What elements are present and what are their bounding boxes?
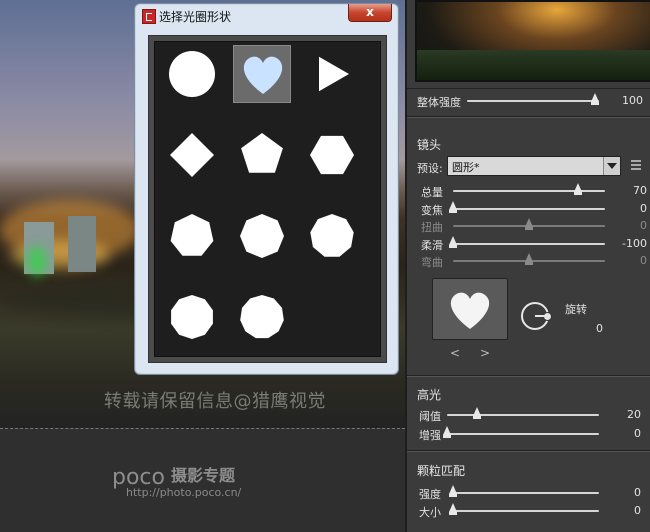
- close-button[interactable]: x: [348, 4, 392, 22]
- poco-url: http://photo.poco.cn/: [126, 486, 242, 499]
- slider-value: 0: [640, 201, 647, 215]
- slider-label: 变焦: [421, 203, 443, 217]
- slider-value: 70: [633, 184, 647, 197]
- shape-option-hexagon[interactable]: [303, 126, 361, 184]
- slider-label: 弯曲: [421, 256, 443, 269]
- slider-label: 大小: [419, 506, 441, 519]
- watermark-text: 转载请保留信息@猎鹰视觉: [104, 391, 326, 412]
- dialog-title: 选择光圈形状: [159, 10, 232, 24]
- shape-option-triangle[interactable]: [303, 45, 361, 103]
- shape-option-diamond[interactable]: [163, 126, 221, 184]
- circle-icon: [169, 51, 215, 97]
- slider-track[interactable]: [447, 433, 599, 435]
- slider-thumb[interactable]: [449, 200, 457, 213]
- diamond-icon: [170, 133, 214, 177]
- highlights-section-title: 高光: [417, 388, 442, 402]
- grain-section-title: 颗粒匹配: [417, 464, 466, 478]
- navigator-preview[interactable]: [415, 0, 650, 82]
- slider-thumb[interactable]: [443, 426, 451, 438]
- slider-track[interactable]: [453, 242, 605, 245]
- slider-track[interactable]: [453, 190, 605, 192]
- slider-label: 阈值: [419, 410, 441, 423]
- slider-thumb[interactable]: [573, 183, 582, 195]
- aperture-shape-button[interactable]: [432, 278, 508, 340]
- shape-option-heptagon[interactable]: [163, 207, 221, 265]
- slider-track[interactable]: [453, 510, 599, 512]
- slider-value: 20: [627, 408, 641, 421]
- rotate-dial[interactable]: [521, 302, 552, 330]
- app-icon: [142, 9, 156, 24]
- shape-option-circle[interactable]: [163, 45, 221, 103]
- next-shape-button[interactable]: >: [480, 346, 490, 360]
- shape-option-hendecagon[interactable]: [233, 288, 291, 346]
- overall-strength-value: 100: [622, 94, 643, 107]
- lens-section-title: 镜头: [417, 138, 442, 152]
- heart-icon: [450, 292, 490, 329]
- triangle-icon: [319, 56, 349, 92]
- prev-shape-button[interactable]: <: [450, 346, 460, 360]
- rotate-label: 旋转: [565, 303, 587, 316]
- lens-blur-panel: 整体强度 100 镜头 预设: 圆形* < > 旋转 0 高光 颗粒匹配 总量 7…: [405, 0, 650, 532]
- slider-label: 扭曲: [421, 221, 443, 234]
- slider-thumb[interactable]: [473, 407, 482, 419]
- shape-grid-frame: [148, 35, 387, 363]
- preset-value: 圆形*: [452, 161, 480, 174]
- hendecagon-icon: [240, 295, 284, 339]
- shape-option-pentagon[interactable]: [233, 126, 291, 184]
- octagon-icon: [240, 214, 284, 258]
- rotate-value: 0: [596, 322, 603, 335]
- overall-strength-label: 整体强度: [417, 96, 461, 109]
- chevron-down-icon[interactable]: [603, 157, 620, 175]
- slider-thumb[interactable]: [525, 218, 533, 230]
- slider-thumb[interactable]: [525, 253, 533, 265]
- slider-thumb[interactable]: [449, 503, 457, 515]
- slider-value: -100: [622, 236, 647, 250]
- shape-grid: [154, 41, 381, 357]
- slider-label: 柔滑: [421, 238, 443, 252]
- nonagon-icon: [310, 214, 354, 257]
- slider-value: 0: [640, 219, 647, 232]
- shape-option-decagon[interactable]: [163, 288, 221, 346]
- slider-value: 0: [640, 254, 647, 267]
- preset-label: 预设:: [417, 162, 443, 175]
- slider-label: 强度: [419, 488, 441, 501]
- slider-value: 0: [634, 486, 641, 499]
- shape-option-heart[interactable]: [233, 45, 291, 103]
- slider-label: 总量: [421, 186, 443, 199]
- slider-thumb[interactable]: [449, 235, 457, 248]
- heart-icon: [243, 56, 283, 94]
- pentagon-icon: [241, 133, 283, 173]
- slider-value: 0: [634, 504, 641, 517]
- slider-thumb[interactable]: [449, 485, 457, 497]
- shape-option-octagon[interactable]: [233, 207, 291, 265]
- dialog-titlebar[interactable]: 选择光圈形状 x: [135, 4, 398, 28]
- slider-track[interactable]: [453, 492, 599, 494]
- decagon-icon: [171, 295, 213, 339]
- slider-value: 0: [634, 427, 641, 440]
- aperture-shape-dialog: 选择光圈形状 x: [134, 3, 399, 375]
- slider-track[interactable]: [447, 414, 599, 416]
- hexagon-icon: [310, 135, 354, 175]
- slider-label: 增强: [419, 429, 441, 442]
- shape-option-nonagon[interactable]: [303, 207, 361, 265]
- overall-strength-slider[interactable]: [467, 100, 599, 102]
- overall-strength-thumb[interactable]: [591, 93, 599, 105]
- preset-menu-icon[interactable]: [631, 160, 641, 172]
- preset-dropdown[interactable]: 圆形*: [447, 156, 621, 176]
- heptagon-icon: [170, 214, 214, 256]
- slider-track[interactable]: [453, 207, 605, 210]
